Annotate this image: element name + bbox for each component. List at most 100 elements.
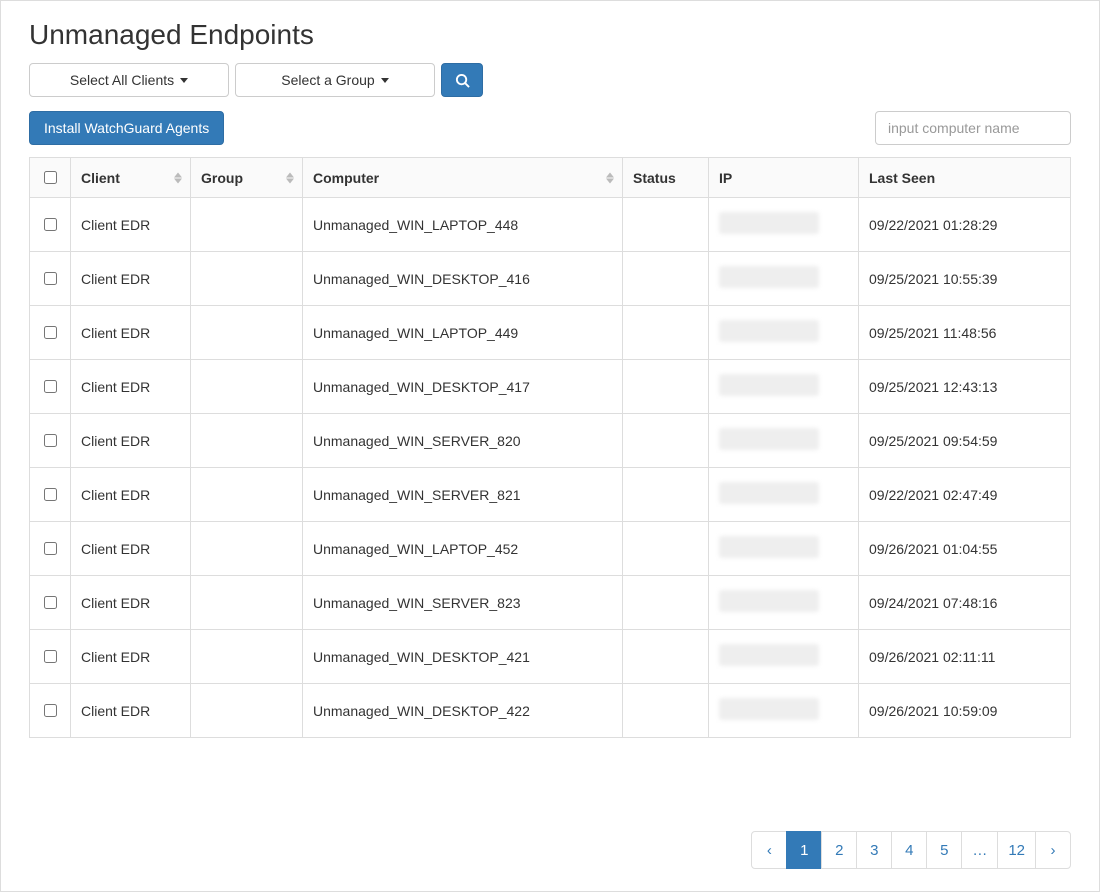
cell-last-seen: 09/26/2021 01:04:55: [859, 522, 1071, 576]
ip-redacted: [719, 266, 819, 288]
pagination-next[interactable]: ›: [1035, 831, 1071, 869]
cell-status: [623, 684, 709, 738]
cell-client: Client EDR: [71, 684, 191, 738]
cell-group: [191, 684, 303, 738]
pagination-page-2[interactable]: 2: [821, 831, 857, 869]
row-select-cell: [30, 468, 71, 522]
cell-status: [623, 360, 709, 414]
cell-group: [191, 522, 303, 576]
cell-ip: [709, 684, 859, 738]
row-checkbox[interactable]: [44, 488, 57, 501]
row-select-cell: [30, 198, 71, 252]
cell-group: [191, 576, 303, 630]
header-computer[interactable]: Computer: [303, 158, 623, 198]
cell-group: [191, 360, 303, 414]
row-select-cell: [30, 414, 71, 468]
cell-status: [623, 414, 709, 468]
filter-toolbar: Select All Clients Select a Group: [29, 63, 1071, 97]
header-status-label: Status: [633, 170, 676, 186]
ip-redacted: [719, 212, 819, 234]
ip-redacted: [719, 698, 819, 720]
cell-ip: [709, 468, 859, 522]
cell-ip: [709, 522, 859, 576]
cell-ip: [709, 414, 859, 468]
cell-client: Client EDR: [71, 360, 191, 414]
page-container: Unmanaged Endpoints Select All Clients S…: [0, 0, 1100, 892]
row-select-cell: [30, 684, 71, 738]
cell-ip: [709, 576, 859, 630]
cell-status: [623, 630, 709, 684]
header-group-label: Group: [201, 170, 243, 186]
row-checkbox[interactable]: [44, 272, 57, 285]
pagination-page-1[interactable]: 1: [786, 831, 822, 869]
row-checkbox[interactable]: [44, 704, 57, 717]
cell-computer: Unmanaged_WIN_LAPTOP_449: [303, 306, 623, 360]
page-title: Unmanaged Endpoints: [29, 19, 1071, 51]
cell-computer: Unmanaged_WIN_SERVER_821: [303, 468, 623, 522]
cell-status: [623, 306, 709, 360]
cell-computer: Unmanaged_WIN_DESKTOP_416: [303, 252, 623, 306]
caret-down-icon: [381, 78, 389, 83]
cell-computer: Unmanaged_WIN_DESKTOP_422: [303, 684, 623, 738]
header-ip-label: IP: [719, 170, 732, 186]
pagination-ellipsis[interactable]: …: [961, 831, 998, 869]
cell-ip: [709, 306, 859, 360]
search-icon: [455, 73, 470, 88]
sort-icon: [606, 172, 614, 183]
select-clients-label: Select All Clients: [70, 72, 174, 88]
pagination-page-4[interactable]: 4: [891, 831, 927, 869]
cell-client: Client EDR: [71, 468, 191, 522]
cell-status: [623, 522, 709, 576]
table-row: Client EDRUnmanaged_WIN_LAPTOP_45209/26/…: [30, 522, 1071, 576]
row-checkbox[interactable]: [44, 434, 57, 447]
computer-name-filter-input[interactable]: [875, 111, 1071, 145]
select-group-label: Select a Group: [281, 72, 374, 88]
select-clients-dropdown[interactable]: Select All Clients: [29, 63, 229, 97]
row-checkbox[interactable]: [44, 218, 57, 231]
row-checkbox[interactable]: [44, 650, 57, 663]
cell-computer: Unmanaged_WIN_SERVER_820: [303, 414, 623, 468]
header-select-all[interactable]: [30, 158, 71, 198]
header-group[interactable]: Group: [191, 158, 303, 198]
row-checkbox[interactable]: [44, 542, 57, 555]
cell-ip: [709, 630, 859, 684]
ip-redacted: [719, 590, 819, 612]
table-row: Client EDR Unmanaged_WIN_DESKTOP_422 09/26…: [30, 684, 1071, 738]
cell-computer: Unmanaged_WIN_SERVER_823: [303, 576, 623, 630]
install-agents-button[interactable]: Install WatchGuard Agents: [29, 111, 224, 145]
cell-group: [191, 414, 303, 468]
search-button[interactable]: [441, 63, 483, 97]
table-header: Client Group Computer Status IP: [30, 158, 1071, 198]
pagination: ‹12345…12›: [752, 831, 1071, 869]
ip-redacted: [719, 320, 819, 342]
cell-last-seen: 09/25/2021 09:54:59: [859, 414, 1071, 468]
header-last-seen: Last Seen: [859, 158, 1071, 198]
row-checkbox[interactable]: [44, 380, 57, 393]
pagination-page-5[interactable]: 5: [926, 831, 962, 869]
header-client[interactable]: Client: [71, 158, 191, 198]
row-select-cell: [30, 522, 71, 576]
cell-last-seen: 09/26/2021 02:11:11: [859, 630, 1071, 684]
cell-ip: [709, 198, 859, 252]
table-row: Client EDRUnmanaged_WIN_DESKTOP_41709/25…: [30, 360, 1071, 414]
table-row: Client EDRUnmanaged_WIN_LAPTOP_44809/22/…: [30, 198, 1071, 252]
ip-redacted: [719, 428, 819, 450]
cell-group: [191, 630, 303, 684]
pagination-prev[interactable]: ‹: [751, 831, 787, 869]
cell-client: Client EDR: [71, 414, 191, 468]
row-checkbox[interactable]: [44, 596, 57, 609]
header-computer-label: Computer: [313, 170, 379, 186]
row-checkbox[interactable]: [44, 326, 57, 339]
cell-client: Client EDR: [71, 576, 191, 630]
select-group-dropdown[interactable]: Select a Group: [235, 63, 435, 97]
header-client-label: Client: [81, 170, 120, 186]
pagination-page-3[interactable]: 3: [856, 831, 892, 869]
cell-client: Client EDR: [71, 252, 191, 306]
pagination-page-12[interactable]: 12: [997, 831, 1036, 869]
select-all-checkbox[interactable]: [44, 171, 57, 184]
ip-redacted: [719, 536, 819, 558]
cell-last-seen: 09/26/2021 10:59:09: [859, 684, 1071, 738]
ip-redacted: [719, 644, 819, 666]
ip-redacted: [719, 482, 819, 504]
table-row: Client EDRUnmanaged_WIN_SERVER_82309/24/…: [30, 576, 1071, 630]
